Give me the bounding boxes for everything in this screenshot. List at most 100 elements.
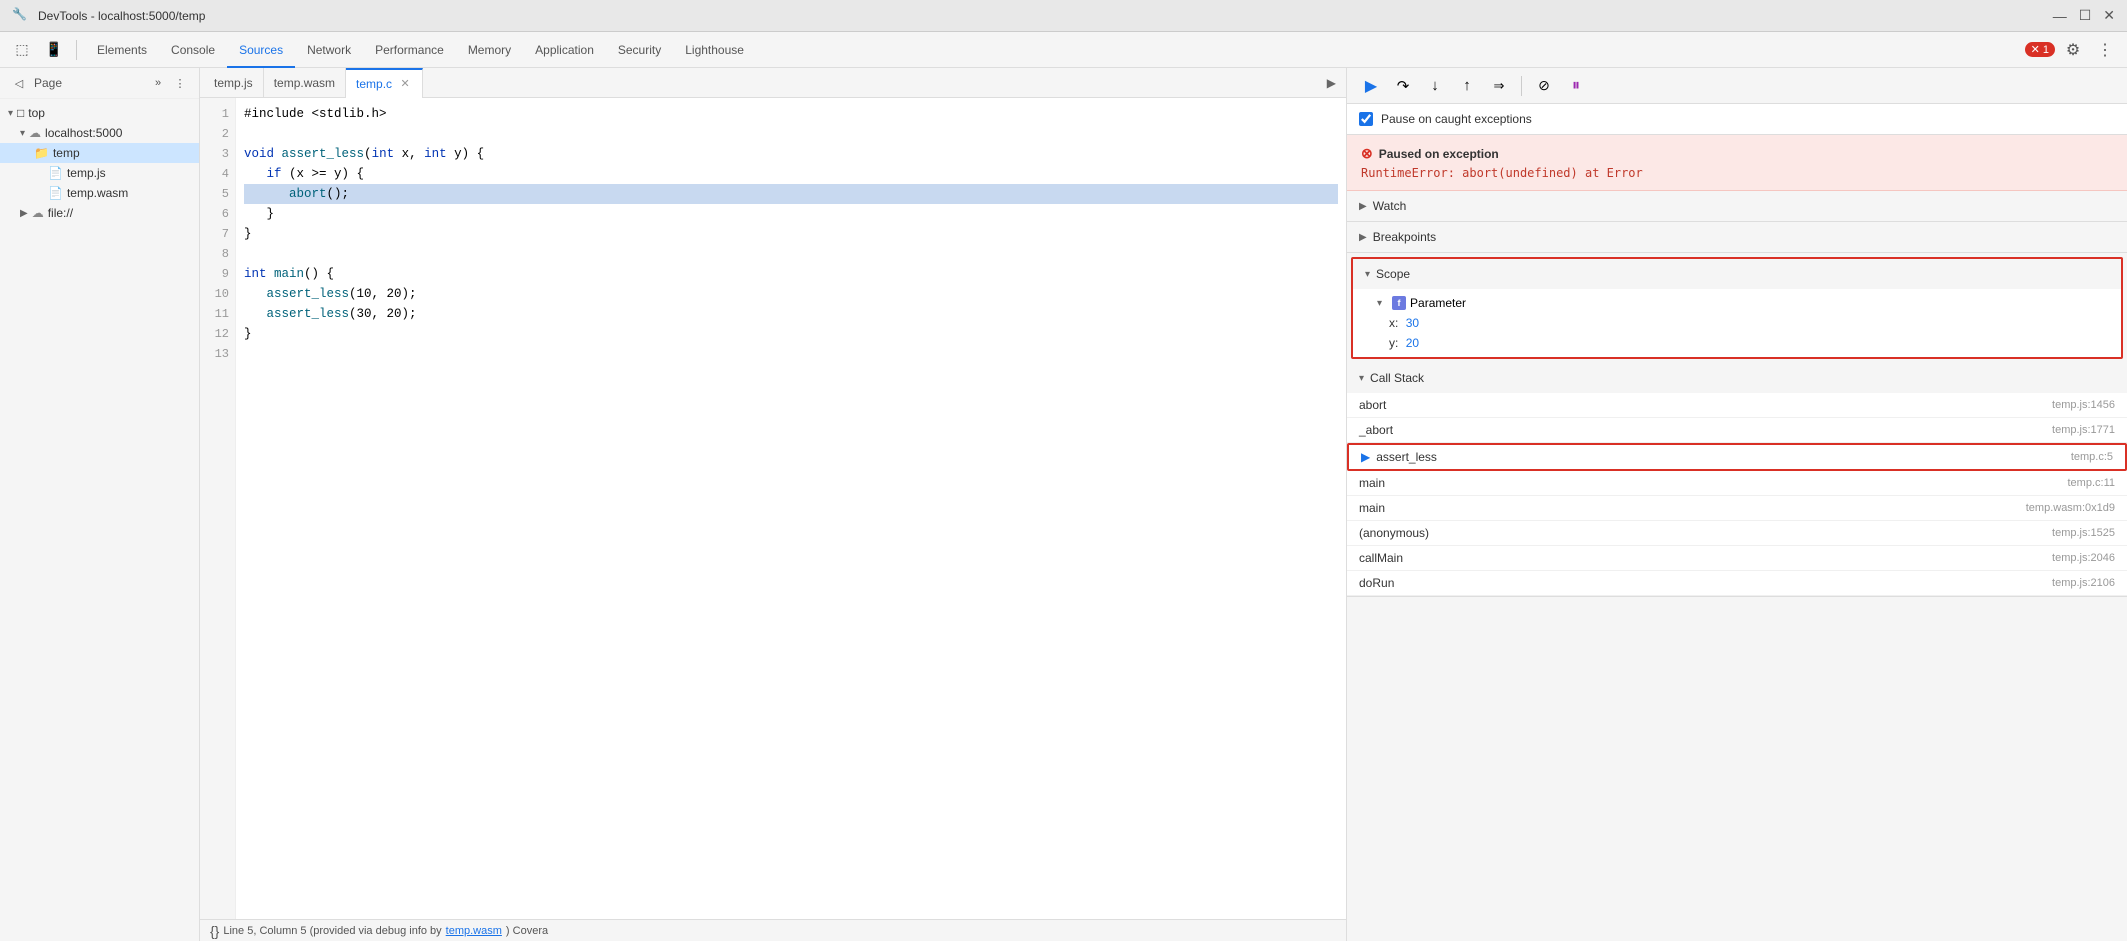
nav-tab-lighthouse[interactable]: Lighthouse xyxy=(673,32,756,68)
line-number-12: 12 xyxy=(200,324,235,344)
callstack-fn-name: abort xyxy=(1359,398,2052,412)
debug-toolbar: ▶ ↷ ↓ ↑ ⇒ ⊘ ⏸ xyxy=(1347,68,2127,104)
tree-item-label: temp.js xyxy=(67,166,106,180)
code-line-11: assert_less(30, 20); xyxy=(244,304,1338,324)
code-lines: #include <stdlib.h> void assert_less(int… xyxy=(236,98,1346,919)
code-editor[interactable]: 12345678910111213 #include <stdlib.h> vo… xyxy=(200,98,1346,919)
nav-tab-performance[interactable]: Performance xyxy=(363,32,456,68)
callstack-item-2[interactable]: ▶assert_lesstemp.c:5 xyxy=(1347,443,2127,471)
sidebar-collapse-button[interactable]: ◁ xyxy=(8,72,30,94)
exception-banner: ⊗ Paused on exception RuntimeError: abor… xyxy=(1347,135,2127,191)
settings-button[interactable]: ⚙ xyxy=(2059,36,2087,64)
scope-y-label: y: xyxy=(1389,336,1398,350)
sidebar-item-localhost-5000[interactable]: ▾ ☁ localhost:5000 xyxy=(0,123,199,143)
close-button[interactable]: ✕ xyxy=(2103,7,2115,24)
callstack-item-5[interactable]: (anonymous)temp.js:1525 xyxy=(1347,521,2127,546)
editor-area: temp.jstemp.wasmtemp.c✕▶ 123456789101112… xyxy=(200,68,1347,941)
pause-exceptions-checkbox[interactable] xyxy=(1359,112,1373,126)
sidebar-options-button[interactable]: ⋮ xyxy=(169,72,191,94)
inspect-element-button[interactable]: ⬚ xyxy=(8,36,36,64)
nav-tab-network[interactable]: Network xyxy=(295,32,363,68)
scope-body: ▾ f Parameter x: 30 y: 20 xyxy=(1353,289,2121,357)
sidebar-item-temp-js[interactable]: 📄 temp.js xyxy=(0,163,199,183)
watch-section-header[interactable]: ▶ Watch xyxy=(1347,191,2127,221)
tab-label: temp.js xyxy=(214,76,253,90)
editor-more-icon[interactable]: ▶ xyxy=(1321,76,1342,90)
callstack-item-6[interactable]: callMaintemp.js:2046 xyxy=(1347,546,2127,571)
nav-tab-elements[interactable]: Elements xyxy=(85,32,159,68)
sidebar-item-temp-wasm[interactable]: 📄 temp.wasm xyxy=(0,183,199,203)
main-layout: ◁ Page » ⋮ ▾ □ top▾ ☁ localhost:5000📁 te… xyxy=(0,68,2127,941)
right-panel: ▶ ↷ ↓ ↑ ⇒ ⊘ ⏸ Pause on caught exceptions… xyxy=(1347,68,2127,941)
sidebar-more-button[interactable]: » xyxy=(147,72,169,94)
breakpoints-section: ▶ Breakpoints xyxy=(1347,222,2127,253)
status-link[interactable]: temp.wasm xyxy=(446,925,502,937)
device-toolbar-button[interactable]: 📱 xyxy=(40,36,68,64)
folder-box-icon: □ xyxy=(17,106,24,120)
folder-arrow-icon: ▾ xyxy=(8,108,13,119)
minimize-button[interactable]: — xyxy=(2053,7,2067,24)
exception-title: ⊗ Paused on exception xyxy=(1361,145,2113,162)
origin-arrow-icon: ▾ xyxy=(20,128,25,139)
tree-item-label: localhost:5000 xyxy=(45,126,122,140)
watch-section: ▶ Watch xyxy=(1347,191,2127,222)
nav-tab-application[interactable]: Application xyxy=(523,32,606,68)
scope-section-header[interactable]: ▾ Scope xyxy=(1353,259,2121,289)
titlebar: 🔧 DevTools - localhost:5000/temp — ☐ ✕ xyxy=(0,0,2127,32)
callstack-section-header[interactable]: ▾ Call Stack xyxy=(1347,363,2127,393)
breakpoints-label: Breakpoints xyxy=(1373,230,1436,244)
callstack-current-arrow-icon: ▶ xyxy=(1361,450,1370,464)
debug-separator xyxy=(1521,76,1522,96)
status-text: Line 5, Column 5 (provided via debug inf… xyxy=(223,925,441,937)
status-bar: {} Line 5, Column 5 (provided via debug … xyxy=(200,919,1346,941)
parameter-arrow-icon: ▾ xyxy=(1377,298,1382,309)
sidebar-item-file---[interactable]: ▶ ☁ file:// xyxy=(0,203,199,223)
more-tools-button[interactable]: ⋮ xyxy=(2091,36,2119,64)
tab-close-button[interactable]: ✕ xyxy=(398,77,412,91)
maximize-button[interactable]: ☐ xyxy=(2079,7,2092,24)
line-number-10: 10 xyxy=(200,284,235,304)
step-button[interactable]: ⇒ xyxy=(1485,72,1513,100)
editor-tab-temp-js[interactable]: temp.js xyxy=(204,68,264,98)
step-into-button[interactable]: ↓ xyxy=(1421,72,1449,100)
line-number-11: 11 xyxy=(200,304,235,324)
sidebar-item-top[interactable]: ▾ □ top xyxy=(0,103,199,123)
callstack-item-3[interactable]: maintemp.c:11 xyxy=(1347,471,2127,496)
step-out-button[interactable]: ↑ xyxy=(1453,72,1481,100)
resume-button[interactable]: ▶ xyxy=(1357,72,1385,100)
callstack-fn-name: main xyxy=(1359,476,2068,490)
nav-tab-security[interactable]: Security xyxy=(606,32,673,68)
step-over-button[interactable]: ↷ xyxy=(1389,72,1417,100)
callstack-item-4[interactable]: maintemp.wasm:0x1d9 xyxy=(1347,496,2127,521)
callstack-item-0[interactable]: aborttemp.js:1456 xyxy=(1347,393,2127,418)
nav-tab-memory[interactable]: Memory xyxy=(456,32,523,68)
cloud-icon: ☁ xyxy=(29,126,41,140)
scope-x-row: x: 30 xyxy=(1353,313,2121,333)
code-line-10: assert_less(10, 20); xyxy=(244,284,1338,304)
callstack-section: ▾ Call Stack aborttemp.js:1456_aborttemp… xyxy=(1347,363,2127,597)
nav-tab-sources[interactable]: Sources xyxy=(227,32,295,68)
deactivate-breakpoints-button[interactable]: ⊘ xyxy=(1530,72,1558,100)
breakpoints-section-header[interactable]: ▶ Breakpoints xyxy=(1347,222,2127,252)
callstack-fn-name: _abort xyxy=(1359,423,2052,437)
navbar: ⬚ 📱 ElementsConsoleSourcesNetworkPerform… xyxy=(0,32,2127,68)
pause-button[interactable]: ⏸ xyxy=(1562,72,1590,100)
editor-tab-temp-c[interactable]: temp.c✕ xyxy=(346,68,423,98)
line-numbers: 12345678910111213 xyxy=(200,98,236,919)
parameter-label: Parameter xyxy=(1410,296,1466,310)
editor-tabs: temp.js temp.wasmtemp.c✕ ▶ xyxy=(200,68,1346,98)
callstack-item-7[interactable]: doRuntemp.js:2106 xyxy=(1347,571,2127,596)
callstack-fn-name: main xyxy=(1359,501,2026,515)
panels-scroll[interactable]: ▶ Watch ▶ Breakpoints ▾ Scope xyxy=(1347,191,2127,941)
callstack-item-1[interactable]: _aborttemp.js:1771 xyxy=(1347,418,2127,443)
tree-item-label: temp xyxy=(53,146,80,160)
callstack-body: aborttemp.js:1456_aborttemp.js:1771▶asse… xyxy=(1347,393,2127,596)
scope-parameter-item[interactable]: ▾ f Parameter xyxy=(1353,293,2121,313)
callstack-fn-name: doRun xyxy=(1359,576,2052,590)
code-line-13 xyxy=(244,344,1338,364)
scope-section: ▾ Scope ▾ f Parameter x: 30 y: 20 xyxy=(1351,257,2123,359)
sidebar-item-temp[interactable]: 📁 temp xyxy=(0,143,199,163)
editor-tab-temp-wasm[interactable]: temp.wasm xyxy=(264,68,346,98)
format-button[interactable]: {} xyxy=(210,923,219,939)
nav-tab-console[interactable]: Console xyxy=(159,32,227,68)
